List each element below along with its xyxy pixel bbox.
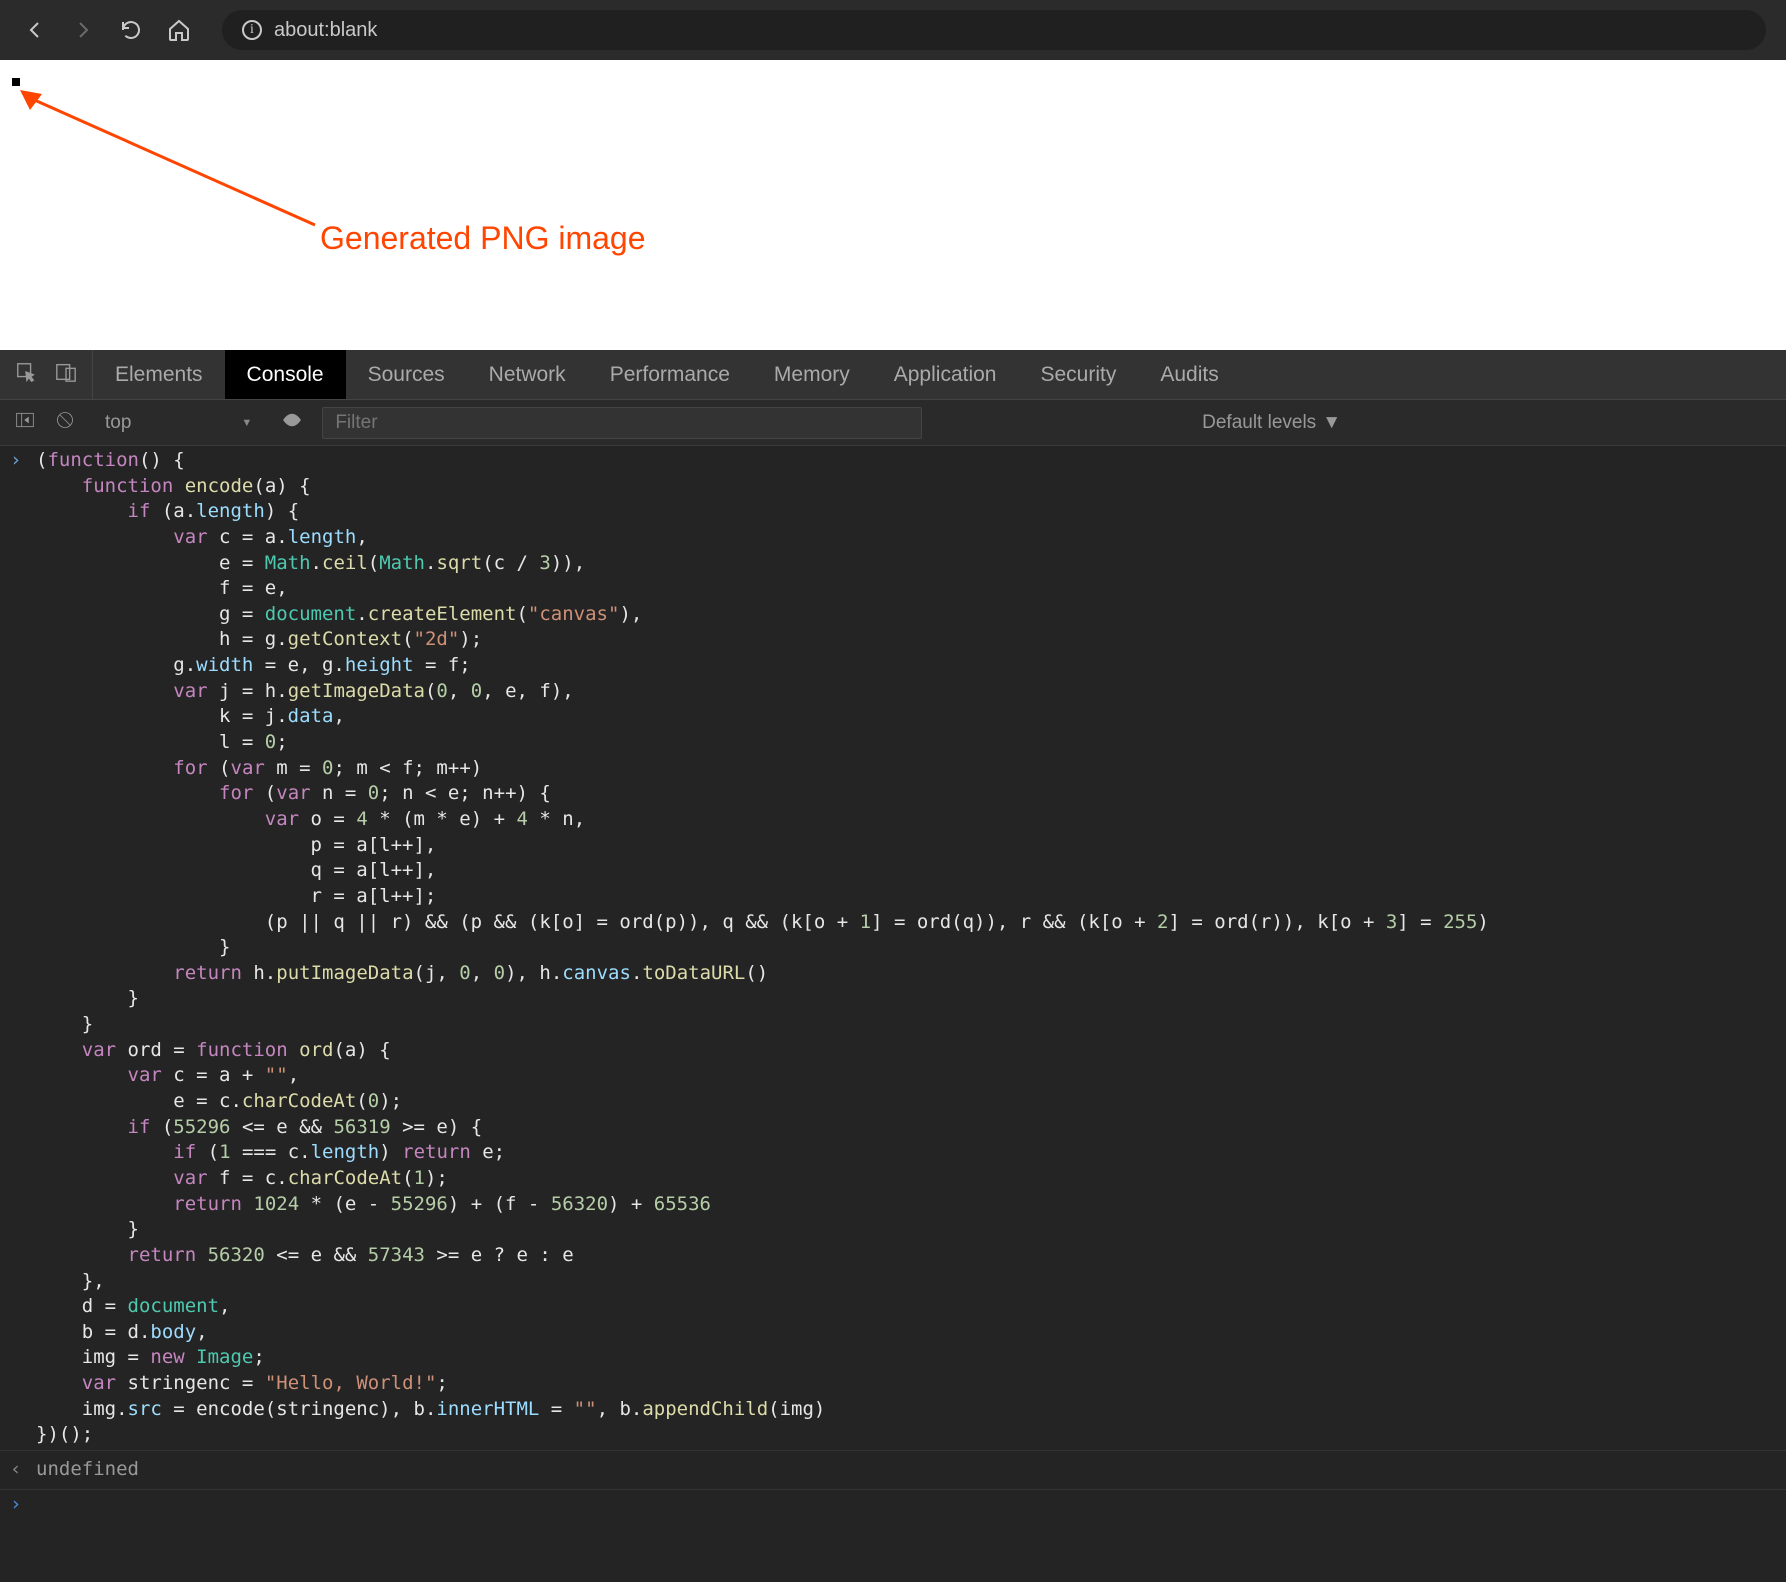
prompt-chevron-icon: › <box>10 1492 36 1518</box>
devtools-tabbar: Elements Console Sources Network Perform… <box>0 350 1786 400</box>
tab-application[interactable]: Application <box>872 350 1019 399</box>
context-label: top <box>105 412 131 434</box>
tab-console[interactable]: Console <box>225 350 346 399</box>
console-output[interactable]: › (function() { function encode(a) { if … <box>0 446 1786 1582</box>
back-button[interactable] <box>20 15 50 45</box>
console-result: undefined <box>36 1457 139 1483</box>
forward-button[interactable] <box>68 15 98 45</box>
console-input-entry: › (function() { function encode(a) { if … <box>0 446 1786 1450</box>
console-code: (function() { function encode(a) { if (a… <box>36 448 1489 1448</box>
execution-context-select[interactable]: top ▼ <box>95 408 262 438</box>
tab-security[interactable]: Security <box>1018 350 1138 399</box>
info-icon: i <box>242 20 262 40</box>
input-chevron-icon: › <box>10 448 36 1448</box>
live-expression-icon[interactable] <box>282 410 302 436</box>
annotation-label: Generated PNG image <box>320 220 646 257</box>
tab-audits[interactable]: Audits <box>1138 350 1240 399</box>
tab-memory[interactable]: Memory <box>752 350 872 399</box>
tab-performance[interactable]: Performance <box>588 350 752 399</box>
filter-input[interactable] <box>322 407 922 439</box>
arrow-left-icon <box>23 18 47 42</box>
console-prompt[interactable]: › <box>0 1490 1786 1520</box>
reload-icon <box>119 18 143 42</box>
clear-console-icon[interactable] <box>55 410 75 436</box>
dropdown-triangle-icon: ▼ <box>1322 412 1341 434</box>
console-result-entry: ‹ undefined <box>0 1450 1786 1490</box>
devtools-panel: Elements Console Sources Network Perform… <box>0 350 1786 1582</box>
annotation-arrow <box>20 90 320 230</box>
generated-png-image <box>12 78 20 86</box>
console-sidebar-toggle-icon[interactable] <box>15 410 35 436</box>
url-bar[interactable]: i about:blank <box>222 10 1766 50</box>
tab-sources[interactable]: Sources <box>346 350 467 399</box>
tab-elements[interactable]: Elements <box>93 350 225 399</box>
inspect-element-icon[interactable] <box>15 361 37 388</box>
dropdown-triangle-icon: ▼ <box>241 417 252 429</box>
browser-toolbar: i about:blank <box>0 0 1786 60</box>
reload-button[interactable] <box>116 15 146 45</box>
log-levels-select[interactable]: Default levels ▼ <box>1202 412 1341 434</box>
console-toolbar: top ▼ Default levels ▼ <box>0 400 1786 446</box>
device-toolbar-icon[interactable] <box>55 361 77 388</box>
arrow-right-icon <box>71 18 95 42</box>
page-viewport: Generated PNG image <box>0 60 1786 350</box>
home-icon <box>167 18 191 42</box>
output-chevron-icon: ‹ <box>10 1457 36 1483</box>
home-button[interactable] <box>164 15 194 45</box>
tab-network[interactable]: Network <box>467 350 588 399</box>
url-text: about:blank <box>274 19 377 42</box>
levels-label: Default levels <box>1202 412 1316 434</box>
